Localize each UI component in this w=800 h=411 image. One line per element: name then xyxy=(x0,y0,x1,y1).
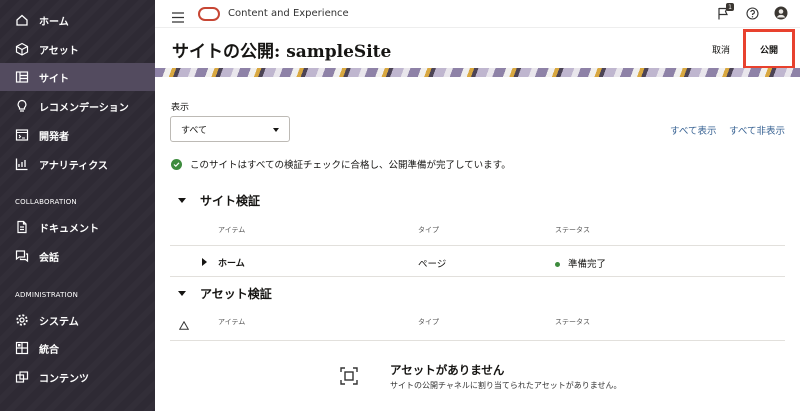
content-icon xyxy=(15,370,29,384)
header-actions: 1 xyxy=(716,3,788,20)
cube-icon xyxy=(15,42,29,56)
developer-icon xyxy=(15,128,29,142)
empty-state-subtitle: サイトの公開チャネルに割り当てられたアセットがありません。 xyxy=(390,381,622,390)
notifications-flag-icon[interactable]: 1 xyxy=(716,3,734,20)
show-all-link[interactable]: すべて表示 xyxy=(670,123,716,137)
sidebar-item-system[interactable]: システム xyxy=(0,306,155,334)
collapse-triangle-icon xyxy=(178,198,186,203)
sidebar-item-label: システム xyxy=(39,316,79,328)
column-header-type: タイプ xyxy=(418,318,439,326)
help-icon[interactable] xyxy=(745,6,759,20)
decorative-banner xyxy=(155,68,800,77)
validation-success-message: このサイトはすべての検証チェックに合格し、公開準備が完了しています。 xyxy=(171,157,511,171)
sidebar-item-assets[interactable]: アセット xyxy=(0,35,155,63)
sidebar-item-label: サイト xyxy=(39,73,69,85)
oracle-logo-icon xyxy=(198,7,220,21)
sidebar-item-label: 統合 xyxy=(39,344,59,356)
sidebar-item-sites[interactable]: サイト xyxy=(0,63,155,91)
sidebar-item-label: アセット xyxy=(39,45,79,57)
top-header: Content and Experience 1 xyxy=(155,0,800,28)
display-filter-label: 表示 xyxy=(171,103,190,113)
column-header-item: アイテム xyxy=(218,318,246,326)
sidebar-item-analytics[interactable]: アナリティクス xyxy=(0,150,155,178)
sidebar-item-content[interactable]: コンテンツ xyxy=(0,363,155,391)
column-header-status: ステータス xyxy=(555,226,590,234)
divider xyxy=(170,276,785,277)
column-header-status: ステータス xyxy=(555,318,590,326)
conversations-icon xyxy=(15,249,29,263)
sidebar-item-conversations[interactable]: 会話 xyxy=(0,242,155,270)
publish-button[interactable]: 公開 xyxy=(760,43,778,56)
empty-assets-icon xyxy=(340,367,358,385)
documents-icon xyxy=(15,220,29,234)
select-value: すべて xyxy=(181,125,208,136)
empty-state-title: アセットがありません xyxy=(390,363,505,377)
expand-row-icon[interactable] xyxy=(202,258,207,266)
notification-badge: 1 xyxy=(726,3,734,11)
row-type: ページ xyxy=(418,259,447,270)
sidebar-item-recommendations[interactable]: レコメンデーション xyxy=(0,92,155,120)
page-title: サイトの公開: sampleSite xyxy=(172,42,392,62)
sidebar-item-label: 会話 xyxy=(39,252,59,264)
sidebar-item-home[interactable]: ホーム xyxy=(0,6,155,34)
column-header-item: アイテム xyxy=(218,226,246,234)
sidebar-item-label: アナリティクス xyxy=(39,160,108,172)
hide-all-link[interactable]: すべて非表示 xyxy=(729,123,785,137)
sites-icon xyxy=(15,70,29,84)
sidebar-item-label: 開発者 xyxy=(39,131,69,143)
divider xyxy=(170,245,785,246)
analytics-icon xyxy=(15,157,29,171)
sidebar-item-integrations[interactable]: 統合 xyxy=(0,334,155,362)
section-administration: ADMINISTRATION xyxy=(15,291,79,299)
sidebar: ホーム アセット サイト レコメンデーション 開発者 アナリティクス COLLA… xyxy=(0,0,155,411)
row-status-text: 準備完了 xyxy=(568,259,607,270)
site-validation-header[interactable]: サイト検証 xyxy=(178,192,260,209)
check-circle-icon xyxy=(171,158,182,170)
app-title: Content and Experience xyxy=(228,8,349,19)
sidebar-item-label: ドキュメント xyxy=(39,223,99,235)
sidebar-item-documents[interactable]: ドキュメント xyxy=(0,213,155,241)
asset-validation-title: アセット検証 xyxy=(200,287,272,301)
display-filter-select[interactable]: すべて xyxy=(170,116,290,142)
site-validation-title: サイト検証 xyxy=(200,194,261,208)
user-avatar-icon[interactable] xyxy=(774,6,788,20)
row-status: 準備完了 xyxy=(555,256,606,270)
asset-validation-header[interactable]: アセット検証 xyxy=(178,285,272,302)
lightbulb-icon xyxy=(15,99,29,113)
column-header-type: タイプ xyxy=(418,226,439,234)
section-collaboration: COLLABORATION xyxy=(15,198,77,206)
status-dot-icon xyxy=(555,262,560,267)
cancel-button[interactable]: 取消 xyxy=(712,43,730,56)
success-text: このサイトはすべての検証チェックに合格し、公開準備が完了しています。 xyxy=(190,160,511,171)
chevron-down-icon xyxy=(273,128,279,132)
row-item: ホーム xyxy=(218,259,245,269)
publish-button-highlight: 公開 xyxy=(743,29,795,69)
warning-triangle-icon xyxy=(178,315,190,334)
hamburger-menu-icon[interactable] xyxy=(172,8,184,23)
home-icon xyxy=(15,13,29,27)
sidebar-item-developer[interactable]: 開発者 xyxy=(0,121,155,149)
divider xyxy=(170,340,785,341)
integrations-icon xyxy=(15,341,29,355)
sidebar-item-label: コンテンツ xyxy=(39,373,89,385)
sidebar-item-label: レコメンデーション xyxy=(39,102,129,114)
gear-icon xyxy=(15,313,29,327)
sidebar-item-label: ホーム xyxy=(39,16,69,28)
collapse-triangle-icon xyxy=(178,291,186,296)
